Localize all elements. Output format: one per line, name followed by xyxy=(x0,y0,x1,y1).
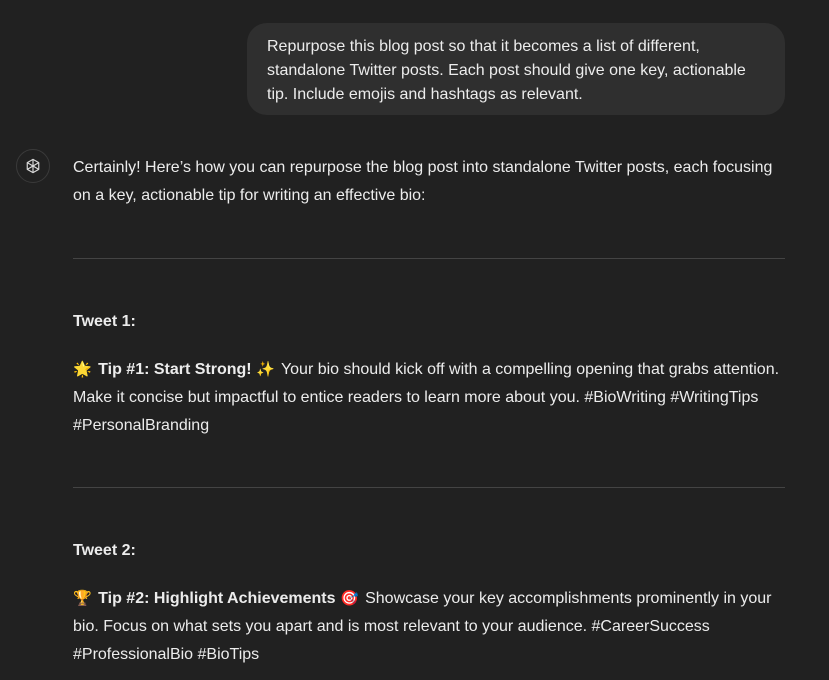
assistant-intro: Certainly! Here’s how you can repurpose … xyxy=(73,159,773,204)
tweet-1-title: Tip #1: Start Strong! xyxy=(98,361,252,378)
assistant-avatar xyxy=(16,149,50,183)
divider xyxy=(73,258,785,259)
tweet-1-heading: Tweet 1: xyxy=(73,313,136,330)
trophy-icon: 🏆 xyxy=(73,590,92,607)
assistant-message: Certainly! Here’s how you can repurpose … xyxy=(73,154,785,663)
sparkles-icon: ✨ xyxy=(256,361,275,378)
divider xyxy=(73,487,785,488)
tweet-1-body: 🌟 Tip #1: Start Strong! ✨ Your bio shoul… xyxy=(73,356,785,440)
target-icon: 🎯 xyxy=(339,590,359,607)
star-icon: 🌟 xyxy=(73,361,92,378)
user-message-bubble: Repurpose this blog post so that it beco… xyxy=(247,23,785,115)
user-message-text: Repurpose this blog post so that it beco… xyxy=(267,38,746,103)
tweet-2-body: 🏆 Tip #2: Highlight Achievements 🎯 Showc… xyxy=(73,585,785,669)
openai-logo-icon xyxy=(26,158,40,174)
tweet-2-heading: Tweet 2: xyxy=(73,542,136,559)
tweet-2-title: Tip #2: Highlight Achievements xyxy=(98,590,336,607)
